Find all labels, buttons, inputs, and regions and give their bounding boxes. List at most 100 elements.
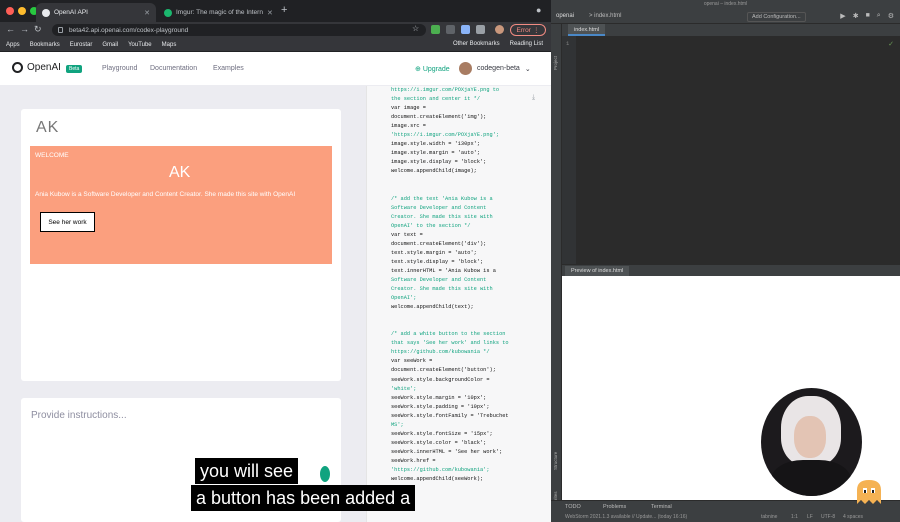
bookmark-eurostar[interactable]: Eurostar bbox=[70, 42, 93, 48]
breadcrumb-file[interactable]: > index.html bbox=[589, 13, 622, 19]
line-gutter: 1 bbox=[562, 36, 576, 264]
profile-avatar[interactable] bbox=[495, 25, 504, 34]
welcome-description: Ania Kubow is a Software Developer and C… bbox=[35, 191, 296, 198]
caption-line-1: you will see bbox=[195, 458, 299, 484]
lock-icon bbox=[58, 27, 63, 33]
reload-icon[interactable]: ↻ bbox=[34, 24, 42, 35]
forward-icon[interactable]: → bbox=[20, 24, 29, 34]
code-line: Software Developer and Content bbox=[391, 276, 487, 283]
code-line: image.style.margin = 'auto'; bbox=[391, 150, 481, 157]
code-pane[interactable]: ⤓ https://i.imgur.com/POXjaYE.png to the … bbox=[366, 86, 551, 522]
line-separator[interactable]: LF bbox=[807, 514, 813, 520]
tool-window-strip: Project Structure Favorites bbox=[551, 24, 562, 510]
todo-tool[interactable]: TODO bbox=[565, 504, 581, 510]
browser-window: OpenAI API ✕ Imgur: The magic of the Int… bbox=[0, 0, 551, 522]
upgrade-link[interactable]: ⊕ Upgrade bbox=[415, 65, 450, 73]
check-icon: ✓ bbox=[888, 41, 894, 48]
back-icon[interactable]: ← bbox=[6, 24, 15, 34]
project-tool-tab[interactable]: Project bbox=[553, 56, 558, 70]
problems-tool[interactable]: Problems bbox=[603, 504, 626, 510]
openai-favicon-icon bbox=[42, 8, 50, 17]
close-tab-icon[interactable]: ✕ bbox=[267, 9, 273, 17]
debug-icon[interactable]: ✱ bbox=[853, 12, 859, 20]
bookmarks-bar: Apps Bookmarks Eurostar Gmail YouTube Ma… bbox=[0, 38, 551, 52]
code-line: Software Developer and Content bbox=[391, 204, 487, 211]
code-line: text.innerHTML = 'Ania Kubow is a bbox=[391, 267, 496, 274]
run-icon[interactable]: ▶ bbox=[840, 12, 845, 20]
presenter-shirt bbox=[771, 460, 851, 496]
tab-title: Imgur: The magic of the Intern bbox=[176, 9, 263, 16]
minimize-window-button[interactable] bbox=[18, 7, 26, 15]
indent-setting[interactable]: 4 spaces bbox=[843, 514, 863, 520]
nav-playground[interactable]: Playground bbox=[102, 65, 137, 72]
code-line: https://i.imgur.com/POXjaYE.png to bbox=[391, 87, 500, 93]
reading-list[interactable]: Reading List bbox=[510, 41, 543, 47]
welcome-section: WELCOME AK Ania Kubow is a Software Deve… bbox=[30, 146, 332, 264]
cursor-position[interactable]: 1:1 bbox=[791, 514, 798, 520]
bookmark-apps[interactable]: Apps bbox=[6, 42, 20, 48]
code-output: https://i.imgur.com/POXjaYE.png to the se… bbox=[391, 86, 549, 484]
terminal-tool[interactable]: Terminal bbox=[651, 504, 672, 510]
code-editor[interactable]: 1 ✓ bbox=[562, 36, 900, 264]
help-bubble-icon[interactable] bbox=[320, 466, 330, 482]
bookmarks-right: Other Bookmarks Reading List bbox=[453, 41, 543, 47]
extension-icon[interactable] bbox=[461, 25, 470, 34]
extension-icon[interactable] bbox=[446, 25, 455, 34]
structure-tool-tab[interactable]: Structure bbox=[553, 452, 558, 470]
ide-window-title: openai – index.html bbox=[551, 0, 900, 9]
update-notice[interactable]: WebStorm 2021.1.3 available // Update...… bbox=[565, 514, 687, 520]
search-icon[interactable]: ⌕ bbox=[877, 12, 881, 20]
editor-tab-index[interactable]: index.html bbox=[568, 24, 606, 36]
preview-tabs: Preview of index.html bbox=[562, 264, 900, 277]
tabnine-status[interactable]: tabnine bbox=[761, 514, 777, 520]
code-line: image.src = bbox=[391, 123, 426, 130]
bookmark-maps[interactable]: Maps bbox=[162, 42, 177, 48]
new-tab-button[interactable]: + bbox=[281, 4, 287, 16]
puzzle-icon[interactable] bbox=[476, 25, 485, 34]
add-configuration-button[interactable]: Add Configuration... bbox=[747, 12, 806, 22]
address-bar[interactable]: beta42.api.openai.com/codex-playground bbox=[52, 24, 426, 36]
code-line: seeWork.style.margin = '10px'; bbox=[391, 394, 487, 401]
project-name[interactable]: openai bbox=[556, 13, 574, 19]
code-line: seeWork.style.fontFamily = 'Trebuchet bbox=[391, 412, 509, 419]
code-line: welcome.appendChild(text); bbox=[391, 304, 474, 311]
caption-line-2: a button has been added a bbox=[191, 485, 416, 511]
settings-icon[interactable]: ⚙ bbox=[888, 12, 894, 20]
code-line: var image = bbox=[391, 105, 426, 112]
bookmark-youtube[interactable]: YouTube bbox=[128, 42, 152, 48]
code-line: https://github.com/kubowania */ bbox=[391, 349, 490, 356]
code-line: 'https://github.com/kubowania'; bbox=[391, 466, 490, 473]
tab-openai-api[interactable]: OpenAI API ✕ bbox=[36, 3, 156, 22]
address-toolbar: ← → ↻ beta42.api.openai.com/codex-playgr… bbox=[0, 22, 551, 38]
file-encoding[interactable]: UTF-8 bbox=[821, 514, 835, 520]
other-bookmarks[interactable]: Other Bookmarks bbox=[453, 41, 500, 47]
error-button[interactable]: Error ⋮ bbox=[510, 24, 546, 36]
logo-text: OpenAI bbox=[27, 62, 61, 73]
bookmark-gmail[interactable]: Gmail bbox=[102, 42, 118, 48]
error-label: Error bbox=[516, 26, 531, 34]
code-line: image.style.width = '130px'; bbox=[391, 141, 481, 148]
bookmark-bookmarks[interactable]: Bookmarks bbox=[30, 42, 60, 48]
tab-imgur[interactable]: Imgur: The magic of the Intern ✕ bbox=[158, 3, 278, 22]
extension-icon[interactable] bbox=[431, 25, 440, 34]
openai-logo[interactable]: OpenAI bbox=[12, 62, 61, 73]
see-her-work-button[interactable]: See her work bbox=[40, 212, 95, 232]
account-name: codegen-beta bbox=[477, 65, 520, 72]
code-line: seeWork.style.fontSize = '15px'; bbox=[391, 430, 493, 437]
code-line: that says 'See her work' and links to bbox=[391, 340, 509, 347]
close-tab-icon[interactable]: ✕ bbox=[144, 9, 150, 17]
nav-documentation[interactable]: Documentation bbox=[150, 65, 197, 72]
code-line: welcome.appendChild(image); bbox=[391, 168, 477, 175]
nav-examples[interactable]: Examples bbox=[213, 65, 244, 72]
avatar bbox=[459, 62, 472, 75]
close-window-button[interactable] bbox=[6, 7, 14, 15]
code-line: var seeWork = bbox=[391, 358, 433, 365]
imgur-favicon-icon bbox=[164, 8, 172, 17]
code-line: 'white'; bbox=[391, 385, 417, 392]
bookmark-star-icon[interactable]: ☆ bbox=[412, 24, 419, 33]
tab-search-icon[interactable]: ● bbox=[536, 5, 541, 15]
account-menu[interactable]: codegen-beta ⌄ bbox=[459, 62, 531, 75]
stop-icon[interactable]: ■ bbox=[866, 12, 870, 20]
